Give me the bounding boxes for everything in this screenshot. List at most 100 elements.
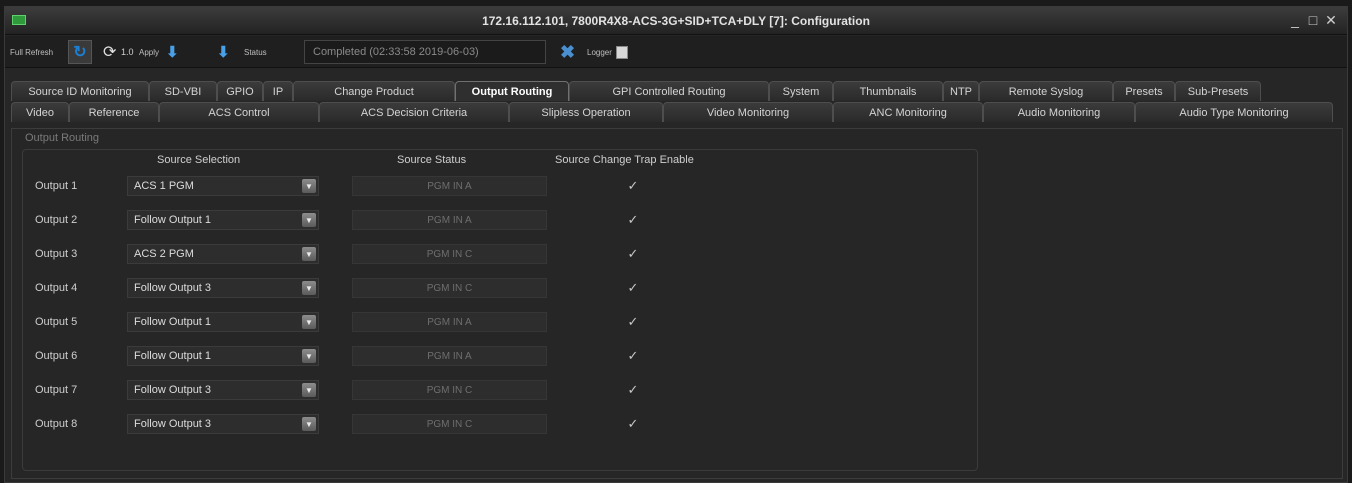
source-status-field: PGM IN A	[352, 176, 547, 196]
tab-ip[interactable]: IP	[263, 81, 293, 101]
output-row: Output 2 Follow Output 1 ▼ PGM IN A ✓	[0, 210, 1352, 232]
source-selection-dropdown[interactable]: ACS 1 PGM ▼	[127, 176, 319, 196]
full-refresh-group: Full Refresh	[10, 36, 53, 68]
logger-icon[interactable]	[616, 45, 628, 59]
chevron-down-icon[interactable]: ▼	[302, 315, 316, 329]
tab-presets[interactable]: Presets	[1113, 81, 1175, 101]
source-selection-dropdown[interactable]: Follow Output 3 ▼	[127, 380, 319, 400]
source-status-field: PGM IN C	[352, 278, 547, 298]
clear-x-icon[interactable]: ✖	[560, 42, 575, 63]
tab-gpi-controlled-routing[interactable]: GPI Controlled Routing	[569, 81, 769, 101]
tab-audio-type-monitoring[interactable]: Audio Type Monitoring	[1135, 102, 1333, 122]
tab-sub-presets[interactable]: Sub-Presets	[1175, 81, 1261, 101]
output-label: Output 3	[35, 248, 78, 260]
trap-enable-checkbox[interactable]: ✓	[626, 417, 640, 431]
source-selection-dropdown[interactable]: ACS 2 PGM ▼	[127, 244, 319, 264]
chevron-down-icon[interactable]: ▼	[302, 349, 316, 363]
source-status-field: PGM IN A	[352, 346, 547, 366]
trap-enable-checkbox[interactable]: ✓	[626, 281, 640, 295]
tab-acs-control[interactable]: ACS Control	[159, 102, 319, 122]
tab-anc-monitoring[interactable]: ANC Monitoring	[833, 102, 983, 122]
minimize-icon[interactable]: _	[1289, 12, 1301, 29]
dropdown-value: Follow Output 3	[134, 282, 212, 294]
trap-enable-checkbox[interactable]: ✓	[626, 315, 640, 329]
toolbar: Full Refresh ↻ ⟳ 1.0 Apply ⬇ ⬇ Status Co…	[5, 36, 1347, 68]
trap-enable-checkbox[interactable]: ✓	[626, 179, 640, 193]
output-row: Output 3 ACS 2 PGM ▼ PGM IN C ✓	[0, 244, 1352, 266]
tab-output-routing[interactable]: Output Routing	[455, 81, 569, 101]
tab-slipless-operation[interactable]: Slipless Operation	[509, 102, 663, 122]
close-icon[interactable]: ✕	[1325, 12, 1337, 29]
logger-label[interactable]: Logger	[587, 48, 612, 57]
download-arrow-icon[interactable]: ⬇	[217, 43, 230, 61]
chevron-down-icon[interactable]: ▼	[302, 213, 316, 227]
full-refresh-button[interactable]: ↻	[68, 40, 92, 64]
tab-video-monitoring[interactable]: Video Monitoring	[663, 102, 833, 122]
dropdown-value: Follow Output 1	[134, 350, 212, 362]
source-selection-dropdown[interactable]: Follow Output 1 ▼	[127, 346, 319, 366]
dropdown-value: Follow Output 1	[134, 214, 212, 226]
tab-acs-decision-criteria[interactable]: ACS Decision Criteria	[319, 102, 509, 122]
tab-ntp[interactable]: NTP	[943, 81, 979, 101]
source-selection-dropdown[interactable]: Follow Output 3 ▼	[127, 278, 319, 298]
col-source-status: Source Status	[397, 154, 467, 166]
tab-sd-vbi[interactable]: SD-VBI	[149, 81, 217, 101]
dropdown-value: ACS 1 PGM	[134, 180, 194, 192]
source-status-field: PGM IN C	[352, 244, 547, 264]
col-source-selection: Source Selection	[157, 154, 241, 166]
tab-change-product[interactable]: Change Product	[293, 81, 455, 101]
output-row: Output 1 ACS 1 PGM ▼ PGM IN A ✓	[0, 176, 1352, 198]
output-row: Output 6 Follow Output 1 ▼ PGM IN A ✓	[0, 346, 1352, 368]
output-label: Output 7	[35, 384, 78, 396]
output-row: Output 5 Follow Output 1 ▼ PGM IN A ✓	[0, 312, 1352, 334]
dropdown-value: ACS 2 PGM	[134, 248, 194, 260]
tab-system[interactable]: System	[769, 81, 833, 101]
output-label: Output 4	[35, 282, 78, 294]
cycle-icon[interactable]: ⟳	[103, 42, 116, 62]
tab-video[interactable]: Video	[11, 102, 69, 122]
output-label: Output 1	[35, 180, 78, 192]
refresh-icon: ↻	[73, 44, 87, 61]
source-status-field: PGM IN C	[352, 380, 547, 400]
trap-enable-checkbox[interactable]: ✓	[626, 383, 640, 397]
status-display: Completed (02:33:58 2019-06-03)	[304, 40, 546, 64]
dropdown-value: Follow Output 1	[134, 316, 212, 328]
output-row: Output 7 Follow Output 3 ▼ PGM IN C ✓	[0, 380, 1352, 402]
title-bar[interactable]: 172.16.112.101, 7800R4X8-ACS-3G+SID+TCA+…	[5, 7, 1347, 35]
trap-enable-checkbox[interactable]: ✓	[626, 213, 640, 227]
apply-label[interactable]: Apply	[139, 48, 159, 57]
chevron-down-icon[interactable]: ▼	[302, 383, 316, 397]
source-selection-dropdown[interactable]: Follow Output 1 ▼	[127, 312, 319, 332]
source-selection-dropdown[interactable]: Follow Output 3 ▼	[127, 414, 319, 434]
tab-source-id-monitoring[interactable]: Source ID Monitoring	[11, 81, 149, 101]
trap-enable-checkbox[interactable]: ✓	[626, 247, 640, 261]
source-status-field: PGM IN A	[352, 210, 547, 230]
chevron-down-icon[interactable]: ▼	[302, 417, 316, 431]
chevron-down-icon[interactable]: ▼	[302, 281, 316, 295]
source-status-field: PGM IN C	[352, 414, 547, 434]
output-label: Output 8	[35, 418, 78, 430]
output-label: Output 5	[35, 316, 78, 328]
source-status-field: PGM IN A	[352, 312, 547, 332]
chevron-down-icon[interactable]: ▼	[302, 179, 316, 193]
tab-audio-monitoring[interactable]: Audio Monitoring	[983, 102, 1135, 122]
tab-gpio[interactable]: GPIO	[217, 81, 263, 101]
window-title: 172.16.112.101, 7800R4X8-ACS-3G+SID+TCA+…	[482, 14, 870, 28]
output-label: Output 6	[35, 350, 78, 362]
trap-enable-checkbox[interactable]: ✓	[626, 349, 640, 363]
maximize-icon[interactable]: □	[1307, 12, 1319, 29]
output-row: Output 4 Follow Output 3 ▼ PGM IN C ✓	[0, 278, 1352, 300]
cycle-value: 1.0	[121, 47, 134, 57]
chevron-down-icon[interactable]: ▼	[302, 247, 316, 261]
tab-row-1: Source ID Monitoring SD-VBI GPIO IP Chan…	[11, 81, 1261, 101]
tab-remote-syslog[interactable]: Remote Syslog	[979, 81, 1113, 101]
output-label: Output 2	[35, 214, 78, 226]
window-controls: _ □ ✕	[1289, 12, 1337, 29]
status-label: Status	[244, 47, 267, 57]
col-trap-enable: Source Change Trap Enable	[555, 154, 694, 166]
apply-down-arrow-icon[interactable]: ⬇	[166, 43, 179, 61]
source-selection-dropdown[interactable]: Follow Output 1 ▼	[127, 210, 319, 230]
dropdown-value: Follow Output 3	[134, 418, 212, 430]
tab-reference[interactable]: Reference	[69, 102, 159, 122]
tab-thumbnails[interactable]: Thumbnails	[833, 81, 943, 101]
